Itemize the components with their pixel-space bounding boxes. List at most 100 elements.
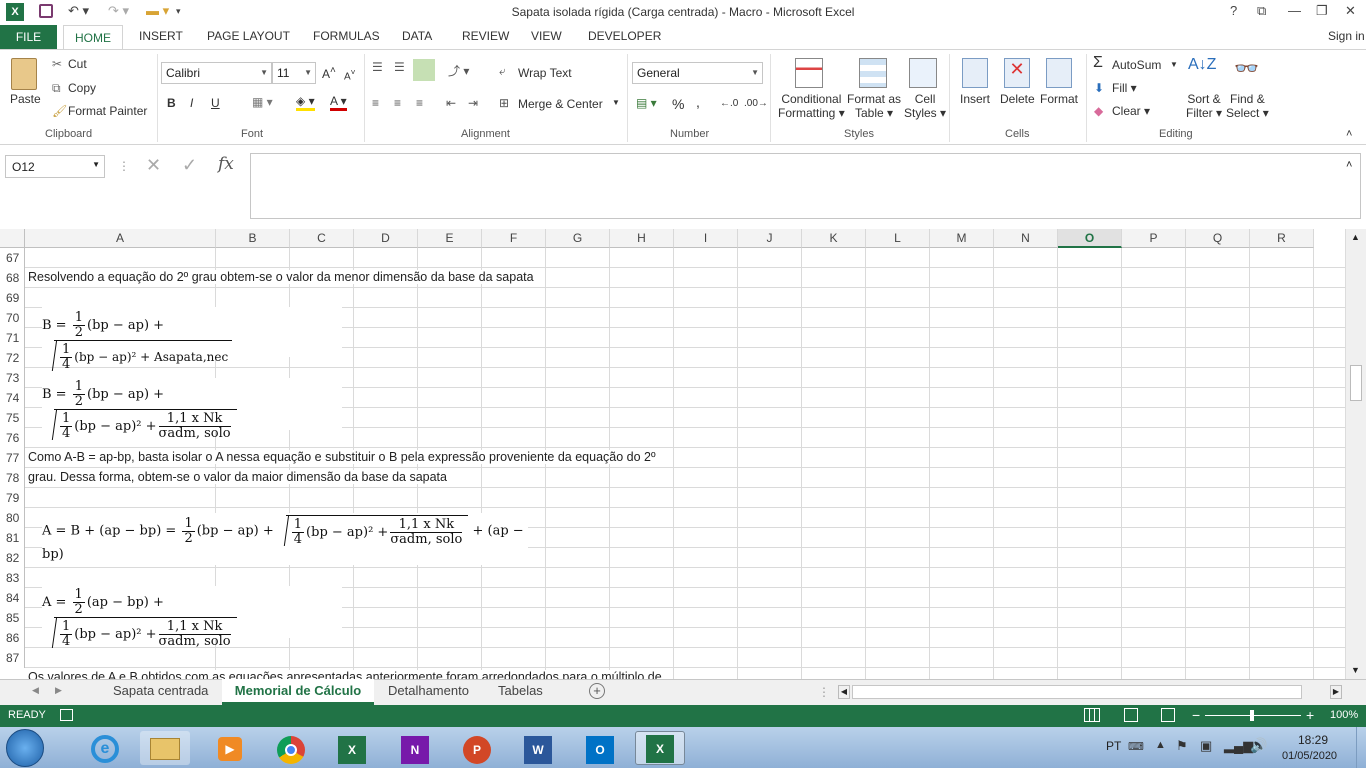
paste-button[interactable]: Paste — [10, 92, 41, 106]
align-center-icon[interactable]: ≡ — [394, 96, 401, 110]
row-header-69[interactable]: 69 — [0, 288, 25, 308]
find-select-icon[interactable]: 👓 — [1234, 56, 1259, 81]
tab-page-layout[interactable]: PAGE LAYOUT — [207, 29, 290, 43]
autosum-button[interactable]: AutoSum — [1112, 58, 1161, 72]
chrome-icon[interactable] — [266, 731, 316, 765]
column-header-c[interactable]: C — [290, 229, 354, 248]
format-as-table-button[interactable]: Format as Table ▾ — [847, 92, 901, 120]
sheet-next-icon[interactable]: ▶ — [55, 685, 62, 696]
wrap-text-button[interactable]: Wrap Text — [518, 66, 572, 80]
row-header-82[interactable]: 82 — [0, 548, 25, 568]
excel-active-icon[interactable]: X — [635, 731, 685, 765]
ribbon-display-icon[interactable]: ⧉ — [1257, 3, 1266, 19]
row-header-87[interactable]: 87 — [0, 648, 25, 668]
clear-icon[interactable]: ◆ — [1094, 104, 1103, 118]
align-top-icon[interactable]: ☰ — [372, 60, 383, 74]
tab-review[interactable]: REVIEW — [462, 29, 509, 43]
show-desktop-button[interactable] — [1356, 727, 1366, 768]
device-icon[interactable]: ▣ — [1200, 738, 1212, 754]
sort-filter-button[interactable]: Sort & Filter ▾ — [1186, 92, 1222, 120]
page-layout-view-icon[interactable] — [1124, 708, 1138, 722]
flag-icon[interactable]: ⚑ — [1176, 738, 1188, 754]
insert-function-icon[interactable]: fx — [218, 154, 234, 174]
copy-icon[interactable]: ⧉ — [52, 81, 61, 96]
network-icon[interactable]: ▂▄▆ — [1224, 738, 1253, 754]
formula-input[interactable] — [250, 153, 1361, 219]
column-header-h[interactable]: H — [610, 229, 674, 248]
language-indicator[interactable]: PT — [1106, 739, 1121, 753]
zoom-out-icon[interactable]: − — [1192, 707, 1200, 723]
font-name-select[interactable]: Calibri ▼ — [161, 62, 272, 84]
merge-center-icon[interactable]: ⊞ — [499, 96, 509, 110]
align-right-icon[interactable]: ≡ — [416, 96, 423, 110]
row-header-71[interactable]: 71 — [0, 328, 25, 348]
column-header-k[interactable]: K — [802, 229, 866, 248]
column-header-i[interactable]: I — [674, 229, 738, 248]
start-button-icon[interactable] — [6, 729, 44, 767]
copy-button[interactable]: Copy — [68, 81, 96, 95]
row-header-86[interactable]: 86 — [0, 628, 25, 648]
sheet-tab-detalhamento[interactable]: Detalhamento — [388, 683, 469, 698]
tab-view[interactable]: VIEW — [531, 29, 562, 43]
column-header-a[interactable]: A — [25, 229, 216, 248]
column-header-q[interactable]: Q — [1186, 229, 1250, 248]
page-break-view-icon[interactable] — [1161, 708, 1175, 722]
underline-button[interactable]: U — [211, 96, 220, 110]
percent-style-button[interactable]: % — [672, 96, 684, 112]
sign-in-link[interactable]: Sign in — [1328, 29, 1365, 43]
row-header-85[interactable]: 85 — [0, 608, 25, 628]
restore-icon[interactable]: ❐ — [1316, 3, 1328, 19]
tray-expand-icon[interactable]: ▲ — [1155, 739, 1166, 751]
column-header-o[interactable]: O — [1058, 229, 1122, 248]
clock-date[interactable]: 01/05/2020 — [1282, 750, 1337, 762]
volume-icon[interactable]: 🔊 — [1250, 737, 1267, 754]
format-as-table-icon[interactable] — [859, 58, 887, 88]
tab-formulas[interactable]: FORMULAS — [313, 29, 380, 43]
font-color-icon[interactable]: A ▾ — [330, 94, 347, 111]
grow-font-icon[interactable]: A˄ — [322, 65, 336, 81]
font-size-select[interactable]: 11 ▼ — [272, 62, 316, 84]
hscroll-left-icon[interactable]: ◀ — [838, 685, 850, 699]
format-painter-icon[interactable]: 🖌 — [52, 104, 67, 118]
vertical-scrollbar[interactable]: ▲ ▼ — [1345, 229, 1366, 679]
row-header-77[interactable]: 77 — [0, 448, 25, 468]
sheet-tab-memorial[interactable]: Memorial de Cálculo — [222, 679, 374, 705]
ie-icon[interactable]: e — [80, 731, 130, 765]
sheet-prev-icon[interactable]: ◀ — [32, 685, 39, 696]
scroll-down-icon[interactable]: ▼ — [1351, 665, 1360, 675]
confirm-entry-icon[interactable]: ✓ — [182, 155, 197, 176]
format-cells-button[interactable]: Format — [1040, 92, 1078, 106]
merge-dropdown-icon[interactable]: ▼ — [612, 98, 620, 107]
sheet-tab-tabelas[interactable]: Tabelas — [498, 683, 543, 698]
find-select-button[interactable]: Find & Select ▾ — [1226, 92, 1269, 120]
delete-cells-icon[interactable]: ✕ — [1004, 58, 1030, 88]
borders-icon[interactable]: ▦ ▾ — [252, 95, 273, 109]
sort-filter-icon[interactable]: A↓Z — [1188, 56, 1216, 74]
sheet-tab-sapata-centrada[interactable]: Sapata centrada — [113, 683, 208, 698]
row-header-73[interactable]: 73 — [0, 368, 25, 388]
row-header-68[interactable]: 68 — [0, 268, 25, 288]
align-bottom-icon[interactable] — [413, 59, 435, 81]
insert-cells-icon[interactable] — [962, 58, 988, 88]
equation-b-1[interactable]: B = 1 2 (bp − ap) +1 4 (bp − ap)² + Asapata,… — [42, 307, 342, 372]
zoom-in-icon[interactable]: + — [1306, 707, 1314, 723]
tab-file[interactable]: FILE — [0, 25, 57, 49]
row-header-72[interactable]: 72 — [0, 348, 25, 368]
cut-button[interactable]: Cut — [68, 57, 87, 71]
minimize-icon[interactable]: — — [1288, 3, 1301, 18]
autosum-dropdown-icon[interactable]: ▼ — [1170, 60, 1178, 69]
name-box[interactable]: O12 ▼ — [5, 155, 105, 178]
increase-decimal-icon[interactable]: ←.0 — [720, 98, 738, 109]
equation-a-expanded[interactable]: A = B + (ap − bp) = 1 2 (bp − ap) +1 4 (bp −… — [42, 513, 528, 565]
cancel-entry-icon[interactable]: ✕ — [146, 155, 161, 176]
merge-center-button[interactable]: Merge & Center — [518, 97, 603, 111]
orientation-icon[interactable]: ⤴ ▾ — [448, 62, 469, 79]
row-header-79[interactable]: 79 — [0, 488, 25, 508]
decrease-decimal-icon[interactable]: .00→ — [744, 98, 768, 109]
worksheet-grid[interactable]: ABCDEFGHIJKLMNOPQR 67 68 69 70 71 72 73 74 75 76 7… — [0, 229, 1345, 679]
new-sheet-icon[interactable]: + — [589, 683, 605, 699]
accounting-format-icon[interactable]: ▤ ▾ — [636, 96, 657, 110]
paste-icon[interactable] — [11, 58, 37, 90]
column-header-e[interactable]: E — [418, 229, 482, 248]
scroll-up-icon[interactable]: ▲ — [1351, 232, 1360, 242]
